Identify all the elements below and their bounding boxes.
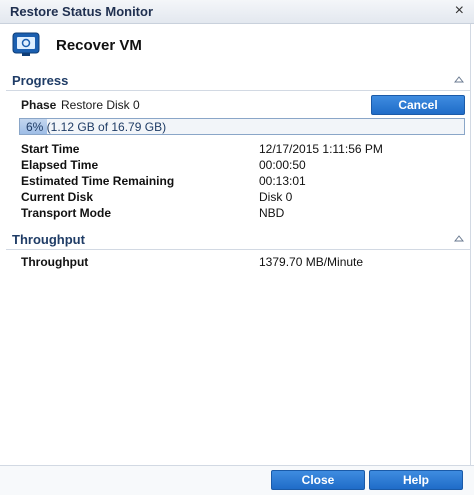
- phase-value: Restore Disk 0: [61, 98, 140, 112]
- progress-section-title: Progress: [12, 73, 69, 88]
- dialog-footer: Close Help: [0, 465, 474, 495]
- right-border: [470, 24, 471, 465]
- progress-section-header: Progress: [6, 71, 470, 91]
- page-title: Recover VM: [56, 37, 142, 54]
- cancel-button[interactable]: Cancel: [371, 95, 465, 115]
- collapse-up-icon[interactable]: [454, 234, 464, 244]
- start-time-value: 12/17/2015 1:11:56 PM: [259, 142, 383, 156]
- phase-label: Phase: [21, 98, 57, 112]
- throughput-section-header: Throughput: [6, 230, 470, 250]
- throughput-value: 1379.70 MB/Minute: [259, 255, 364, 269]
- remaining-time-value: 00:13:01: [259, 174, 306, 188]
- transport-mode-value: NBD: [259, 206, 285, 220]
- monitor-icon: [12, 32, 40, 56]
- elapsed-time-value: 00:00:50: [259, 158, 306, 172]
- window-close-icon[interactable]: ×: [455, 2, 464, 20]
- window-title: Restore Status Monitor: [10, 4, 154, 19]
- current-disk-label: Current Disk: [21, 190, 94, 204]
- progress-text: 6% (1.12 GB of 16.79 GB): [26, 120, 167, 134]
- window-titlebar: Restore Status Monitor ×: [0, 0, 474, 24]
- close-button[interactable]: Close: [271, 470, 365, 490]
- collapse-up-icon[interactable]: [454, 75, 464, 85]
- throughput-label: Throughput: [21, 255, 89, 269]
- throughput-section-title: Throughput: [12, 232, 85, 247]
- restore-progress-bar: 6% (1.12 GB of 16.79 GB): [19, 118, 465, 135]
- start-time-label: Start Time: [21, 142, 80, 156]
- current-disk-value: Disk 0: [259, 190, 293, 204]
- help-button[interactable]: Help: [369, 470, 463, 490]
- elapsed-time-label: Elapsed Time: [21, 158, 99, 172]
- transport-mode-label: Transport Mode: [21, 206, 112, 220]
- remaining-time-label: Estimated Time Remaining: [21, 174, 175, 188]
